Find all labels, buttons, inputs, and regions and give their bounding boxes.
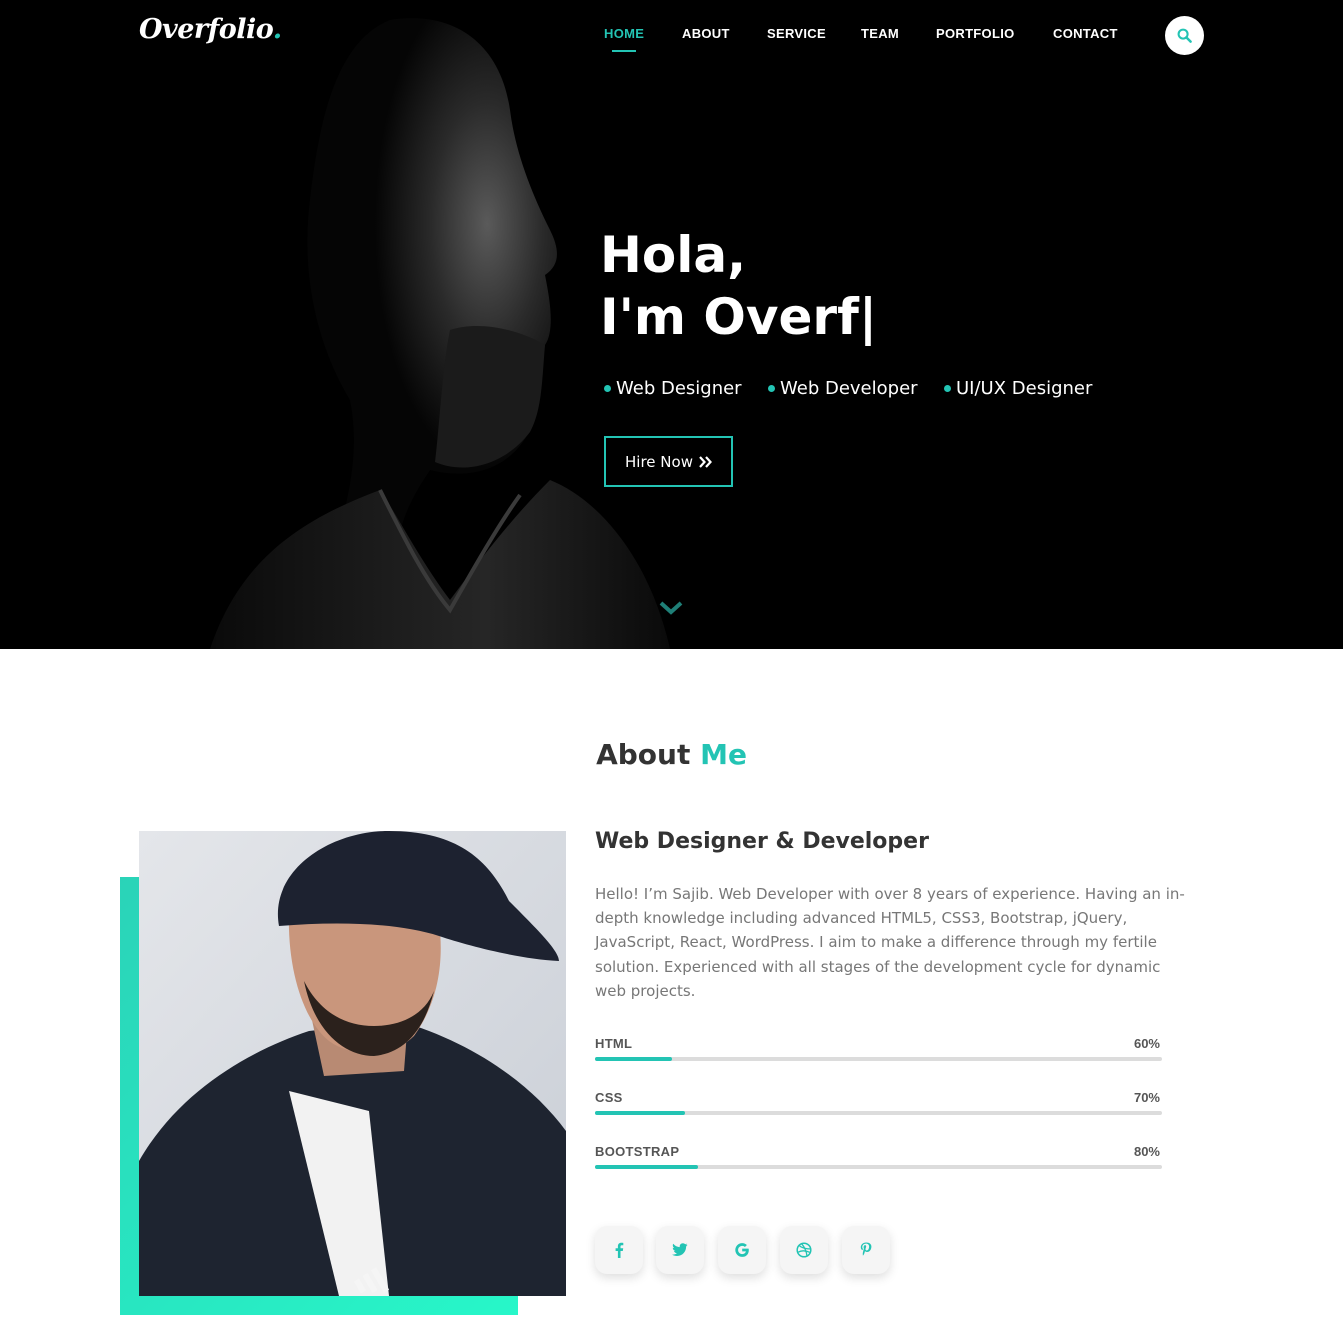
facebook-icon xyxy=(615,1242,624,1258)
hero-title: Hola, I'm Overf| xyxy=(600,224,877,348)
hero-section: Overfolio. HOME ABOUT SERVICE TEAM PORTF… xyxy=(0,0,1343,649)
main-menu: HOME ABOUT SERVICE TEAM PORTFOLIO CONTAC… xyxy=(0,26,1343,46)
google-icon xyxy=(735,1243,749,1257)
role-item: UI/UX Designer xyxy=(944,378,1092,399)
twitter-icon xyxy=(672,1243,688,1256)
skill-name: BOOTSTRAP xyxy=(595,1144,680,1159)
skill-name: CSS xyxy=(595,1090,623,1105)
twitter-button[interactable] xyxy=(656,1226,704,1274)
skill-name: HTML xyxy=(595,1036,633,1051)
hire-now-button[interactable]: Hire Now xyxy=(604,436,733,487)
nav-portfolio[interactable]: PORTFOLIO xyxy=(936,26,1015,41)
chevron-down-icon[interactable] xyxy=(658,598,684,618)
about-portrait-image xyxy=(139,831,566,1296)
skill-fill xyxy=(595,1057,672,1061)
skill-percent: 60% xyxy=(1133,1036,1160,1051)
skill-bar-html: HTML 60% xyxy=(595,1036,1162,1062)
search-button[interactable] xyxy=(1165,16,1204,55)
skill-track xyxy=(595,1111,1162,1115)
bullet-dot-icon xyxy=(768,384,775,392)
dribbble-icon xyxy=(796,1242,812,1258)
nav-home[interactable]: HOME xyxy=(604,26,644,41)
facebook-button[interactable] xyxy=(595,1226,643,1274)
skill-track xyxy=(595,1165,1162,1169)
role-item: Web Designer xyxy=(604,378,742,399)
about-heading: About Me xyxy=(596,738,747,771)
about-subtitle: Web Designer & Developer xyxy=(595,829,929,854)
skill-fill xyxy=(595,1165,698,1169)
nav-contact[interactable]: CONTACT xyxy=(1053,26,1118,41)
skill-bar-bootstrap: BOOTSTRAP 80% xyxy=(595,1144,1162,1170)
hero-portrait-image xyxy=(210,18,670,649)
skill-track xyxy=(595,1057,1162,1061)
dribbble-button[interactable] xyxy=(780,1226,828,1274)
search-icon xyxy=(1177,28,1192,43)
nav-service[interactable]: SERVICE xyxy=(767,26,826,41)
double-chevron-right-icon xyxy=(699,455,712,468)
about-bio: Hello! I’m Sajib. Web Developer with ove… xyxy=(595,885,1185,1000)
pinterest-button[interactable] xyxy=(842,1226,890,1274)
skill-percent: 70% xyxy=(1133,1090,1160,1105)
skill-bar-css: CSS 70% xyxy=(595,1090,1162,1116)
role-item: Web Developer xyxy=(768,378,918,399)
skill-percent: 80% xyxy=(1133,1144,1160,1159)
bullet-dot-icon xyxy=(604,384,611,392)
pinterest-icon xyxy=(860,1242,872,1256)
top-navbar: Overfolio. HOME ABOUT SERVICE TEAM PORTF… xyxy=(0,0,1343,70)
nav-team[interactable]: TEAM xyxy=(861,26,899,41)
skill-fill xyxy=(595,1111,685,1115)
hero-typed-text: I'm Overf| xyxy=(600,288,878,346)
hero-greeting: Hola, xyxy=(600,226,747,284)
google-button[interactable] xyxy=(718,1226,766,1274)
bullet-dot-icon xyxy=(944,384,951,392)
nav-about[interactable]: ABOUT xyxy=(682,26,730,41)
